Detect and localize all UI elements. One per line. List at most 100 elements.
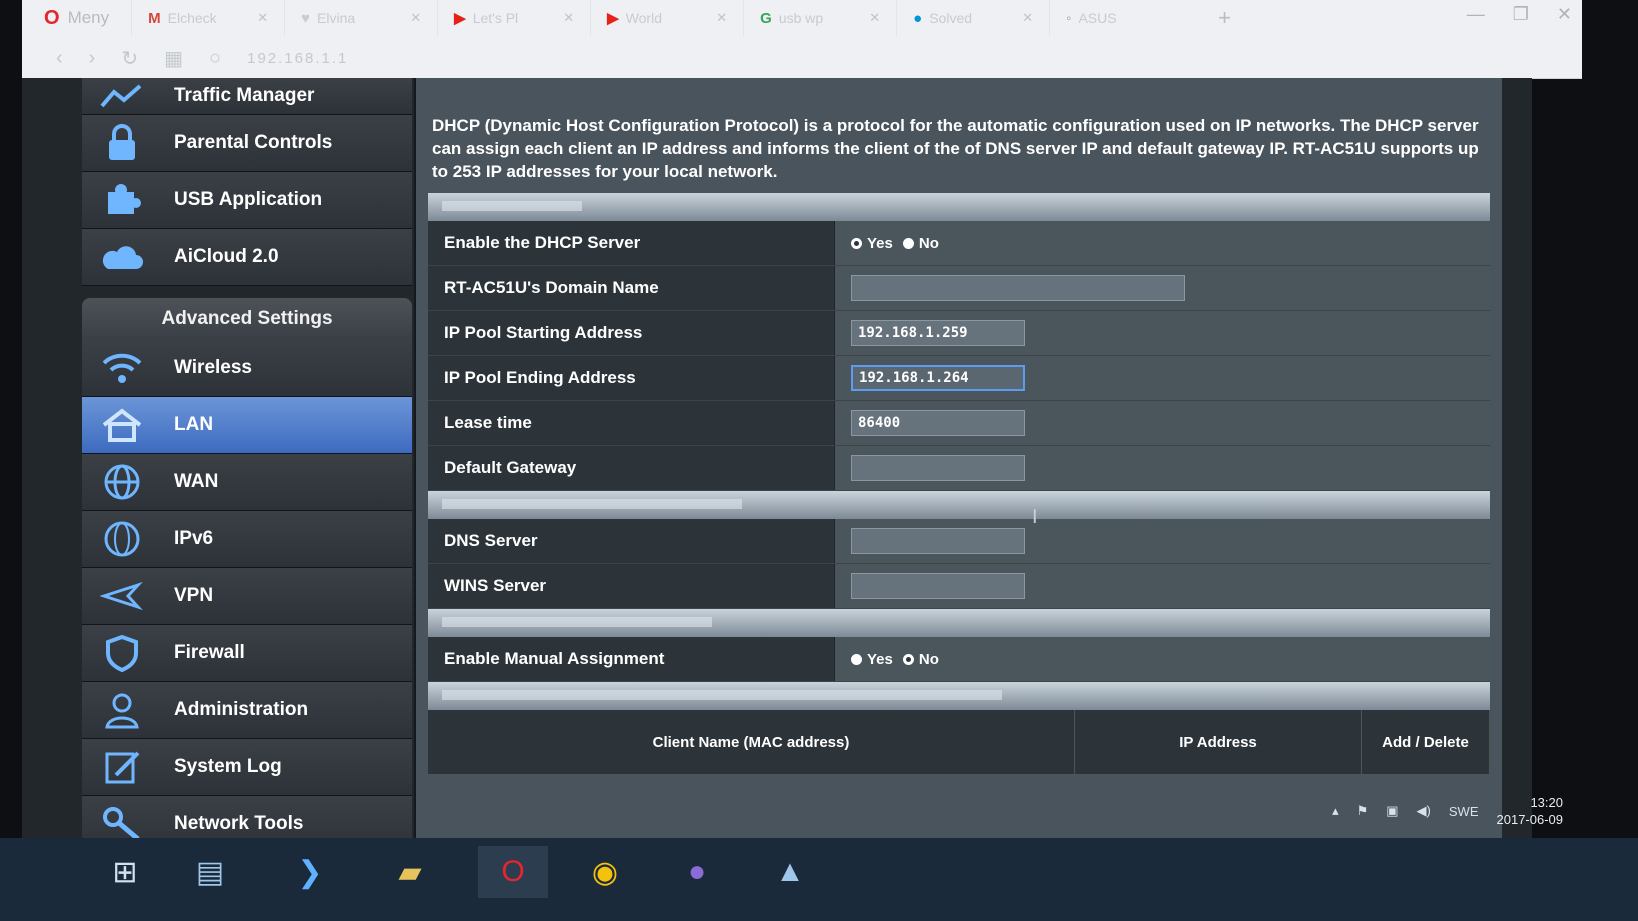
server-manager-icon[interactable]: ▤ [180, 846, 240, 898]
sidebar-item-label: WAN [174, 471, 219, 492]
clock[interactable]: 13:20 2017-06-09 [1497, 794, 1564, 828]
row-enable-dhcp: Enable the DHCP Server Yes No [428, 221, 1490, 266]
manual-list-header: Client Name (MAC address) IP Address Add… [428, 710, 1490, 774]
app-taskbar-icon[interactable]: ● [662, 846, 732, 898]
tab-label: ASUS [1078, 10, 1117, 26]
close-tab-icon[interactable]: ✕ [869, 10, 880, 26]
sidebar-item-label: LAN [174, 414, 214, 435]
col-add-delete: Add / Delete [1362, 710, 1490, 774]
log-icon [96, 747, 148, 787]
lease-time-input[interactable]: 86400 [851, 410, 1025, 436]
network-app-taskbar-icon[interactable]: ▲ [755, 846, 825, 898]
sidebar-item-wan[interactable]: WAN [82, 454, 412, 511]
sidebar-item-ipv6[interactable]: IPv6 [82, 511, 412, 568]
network-icon[interactable]: ▣ [1386, 803, 1398, 819]
dhcp-description: DHCP (Dynamic Host Configuration Protoco… [432, 116, 1479, 181]
cloud-icon [96, 237, 148, 277]
manual-yes-radio[interactable]: Yes [851, 651, 893, 668]
advanced-settings-heading: Advanced Settings [82, 298, 412, 340]
back-icon[interactable]: ‹ [56, 47, 63, 70]
sidebar-item-usb-application[interactable]: USB Application [82, 172, 412, 229]
close-tab-icon[interactable]: ✕ [716, 10, 727, 26]
ipv6-icon [96, 519, 148, 559]
close-window-icon[interactable]: ✕ [1557, 4, 1572, 25]
row-wins-server: WINS Server [428, 564, 1490, 609]
file-explorer-icon[interactable]: ▰ [380, 846, 440, 898]
tray-up-icon[interactable]: ▴ [1332, 803, 1339, 819]
close-tab-icon[interactable]: ✕ [257, 10, 268, 26]
heart-icon: ♥ [301, 9, 311, 27]
dns-server-input[interactable] [851, 528, 1025, 554]
row-dns-server: DNS Server [428, 519, 1490, 564]
close-tab-icon[interactable]: ✕ [563, 10, 574, 26]
wins-server-input[interactable] [851, 573, 1025, 599]
flag-icon[interactable]: ⚑ [1357, 803, 1369, 819]
tab-label: Elvina [317, 10, 356, 26]
lock-icon [96, 123, 148, 163]
powershell-icon[interactable]: ❯ [280, 846, 340, 898]
close-tab-icon[interactable]: ✕ [1022, 10, 1033, 26]
pool-end-input[interactable]: 192.168.1.264 [851, 365, 1025, 391]
section-title [442, 617, 712, 627]
start-icon[interactable]: ⊞ [95, 846, 155, 898]
sidebar-item-label: Firewall [174, 642, 245, 663]
router-admin-page: Traffic Manager Parental Controls USB Ap… [22, 78, 1532, 838]
tab-label: usb wp [778, 10, 824, 26]
sidebar-item-parental-controls[interactable]: Parental Controls [82, 115, 412, 172]
sidebar-item-traffic-manager[interactable]: Traffic Manager [82, 78, 412, 115]
sidebar-item-network-tools[interactable]: Network Tools [82, 796, 412, 838]
pool-end-label: IP Pool Ending Address [428, 356, 835, 400]
tab-4[interactable]: ▶ World ✕ [590, 0, 743, 36]
forward-icon[interactable]: › [89, 47, 96, 70]
manual-no-radio[interactable]: No [902, 651, 939, 668]
tab-7[interactable]: ◦ ASUS [1049, 0, 1202, 36]
domain-name-input[interactable] [851, 275, 1185, 301]
row-default-gateway: Default Gateway [428, 446, 1490, 491]
section-dns-wins [428, 491, 1490, 519]
sidebar-item-lan[interactable]: LAN [82, 397, 412, 454]
chrome-taskbar-icon[interactable]: ◉ [570, 846, 640, 898]
sidebar-item-label: Parental Controls [174, 132, 333, 153]
hp-icon: ● [913, 9, 923, 27]
traffic-icon [96, 78, 148, 116]
opera-taskbar-icon[interactable]: O [478, 846, 548, 898]
radio-label: Yes [867, 650, 893, 668]
tab-1[interactable]: M Elcheck ✕ [131, 0, 284, 36]
youtube-icon: ▶ [454, 10, 466, 27]
reload-icon[interactable]: ↻ [121, 46, 138, 71]
default-gateway-input[interactable] [851, 455, 1025, 481]
tab-2[interactable]: ♥ Elvina ✕ [284, 0, 437, 36]
sidebar-item-system-log[interactable]: System Log [82, 739, 412, 796]
sidebar-item-wireless[interactable]: Wireless [82, 340, 412, 397]
dhcp-yes-radio[interactable]: Yes [851, 235, 893, 252]
close-tab-icon[interactable]: ✕ [410, 10, 421, 26]
sidebar-item-aicloud[interactable]: AiCloud 2.0 [82, 229, 412, 286]
dns-server-label: DNS Server [428, 519, 835, 563]
sidebar-item-label: USB Application [174, 189, 323, 210]
speed-dial-icon[interactable]: ▦ [164, 46, 183, 71]
user-icon [96, 690, 148, 730]
sidebar-item-administration[interactable]: Administration [82, 682, 412, 739]
opera-logo-icon: O [44, 6, 60, 29]
dhcp-no-radio[interactable]: No [902, 235, 939, 252]
section-title [442, 499, 742, 509]
new-tab-icon[interactable]: + [1202, 5, 1247, 31]
language-indicator[interactable]: SWE [1449, 804, 1479, 819]
volume-icon[interactable]: ◀) [1417, 803, 1431, 819]
tab-5[interactable]: Gusb wp ✕ [743, 0, 896, 36]
puzzle-icon [96, 180, 148, 220]
maximize-icon[interactable]: ❐ [1513, 4, 1529, 25]
sidebar-item-vpn[interactable]: VPN [82, 568, 412, 625]
tab-6[interactable]: ● Solved ✕ [896, 0, 1049, 36]
pool-start-input[interactable]: 192.168.1.259 [851, 320, 1025, 346]
address-bar[interactable]: 192.168.1.1 [247, 50, 348, 67]
minimize-icon[interactable]: — [1467, 4, 1485, 25]
tab-3[interactable]: ▶ Let's Pl ✕ [437, 0, 590, 36]
vpn-icon [96, 576, 148, 616]
sidebar-item-firewall[interactable]: Firewall [82, 625, 412, 682]
sidebar: Traffic Manager Parental Controls USB Ap… [82, 78, 412, 838]
shield-icon [96, 633, 148, 673]
clock-time: 13:20 [1530, 795, 1563, 810]
section-title [442, 201, 582, 211]
opera-menu-button[interactable]: O Meny [22, 0, 131, 36]
